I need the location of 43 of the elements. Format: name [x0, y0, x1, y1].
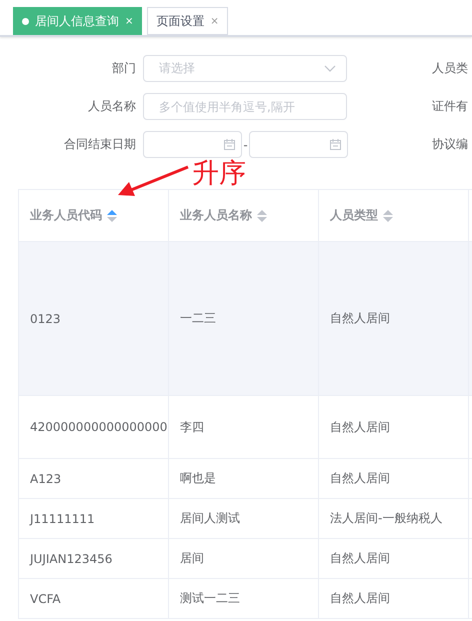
close-icon[interactable]: × — [125, 16, 134, 26]
column-header[interactable]: 业务人员代码 — [18, 190, 168, 242]
table-cell: 自然人居间 — [318, 458, 468, 498]
table-cell: 一二三 — [168, 242, 318, 396]
sort-icon[interactable] — [257, 210, 267, 222]
calendar-icon — [224, 139, 235, 150]
dot-icon — [22, 18, 29, 24]
field-label: 部门 — [111, 60, 137, 77]
select-field[interactable]: 请选择 — [143, 55, 347, 82]
table-cell: J11111111 — [18, 498, 168, 538]
field-label: 合同结束日期 — [63, 136, 137, 153]
date-field[interactable] — [249, 131, 348, 158]
table-cell: 0123 — [18, 242, 168, 396]
field-label: 证件有 — [432, 98, 469, 115]
table-cell: 自然人居间 — [318, 242, 468, 396]
table-cell: A123 — [18, 458, 168, 498]
table-cell: 李四 — [168, 396, 318, 458]
range-separator: - — [242, 138, 249, 152]
annotation-arrow — [117, 165, 189, 197]
tab[interactable]: 页面设置 × — [147, 7, 228, 35]
table-cell: 居间 — [168, 538, 318, 578]
field-label: 人员名称 — [87, 98, 137, 115]
table-cell: 测试一二三 — [168, 578, 318, 618]
field-label: 协议编 — [432, 136, 469, 153]
table-cell: 自然人居间 — [318, 538, 468, 578]
table-cell: 自然人居间 — [318, 578, 468, 618]
date-field[interactable] — [143, 131, 242, 158]
sort-icon[interactable] — [383, 210, 393, 222]
field-label: 人员类 — [432, 60, 469, 77]
table-cell: JUJIAN123456 — [18, 538, 168, 578]
calendar-icon — [330, 139, 341, 150]
sort-icon[interactable] — [107, 210, 117, 222]
table-cell: 啊也是 — [168, 458, 318, 498]
table-cell: 420000000000000000 — [18, 396, 168, 458]
close-icon[interactable]: × — [210, 16, 219, 26]
tab[interactable]: 居间人信息查询 × — [13, 7, 142, 35]
table-cell: 自然人居间 — [318, 396, 468, 458]
chevron-down-icon — [324, 64, 336, 72]
table-cell: 居间人测试 — [168, 498, 318, 538]
input-field[interactable]: 多个值使用半角逗号,隔开 — [143, 93, 347, 120]
annotation-text: 升序 — [192, 160, 246, 187]
table-cell: 法人居间-一般纳税人 — [318, 498, 468, 538]
table-cell: VCFA — [18, 578, 168, 618]
